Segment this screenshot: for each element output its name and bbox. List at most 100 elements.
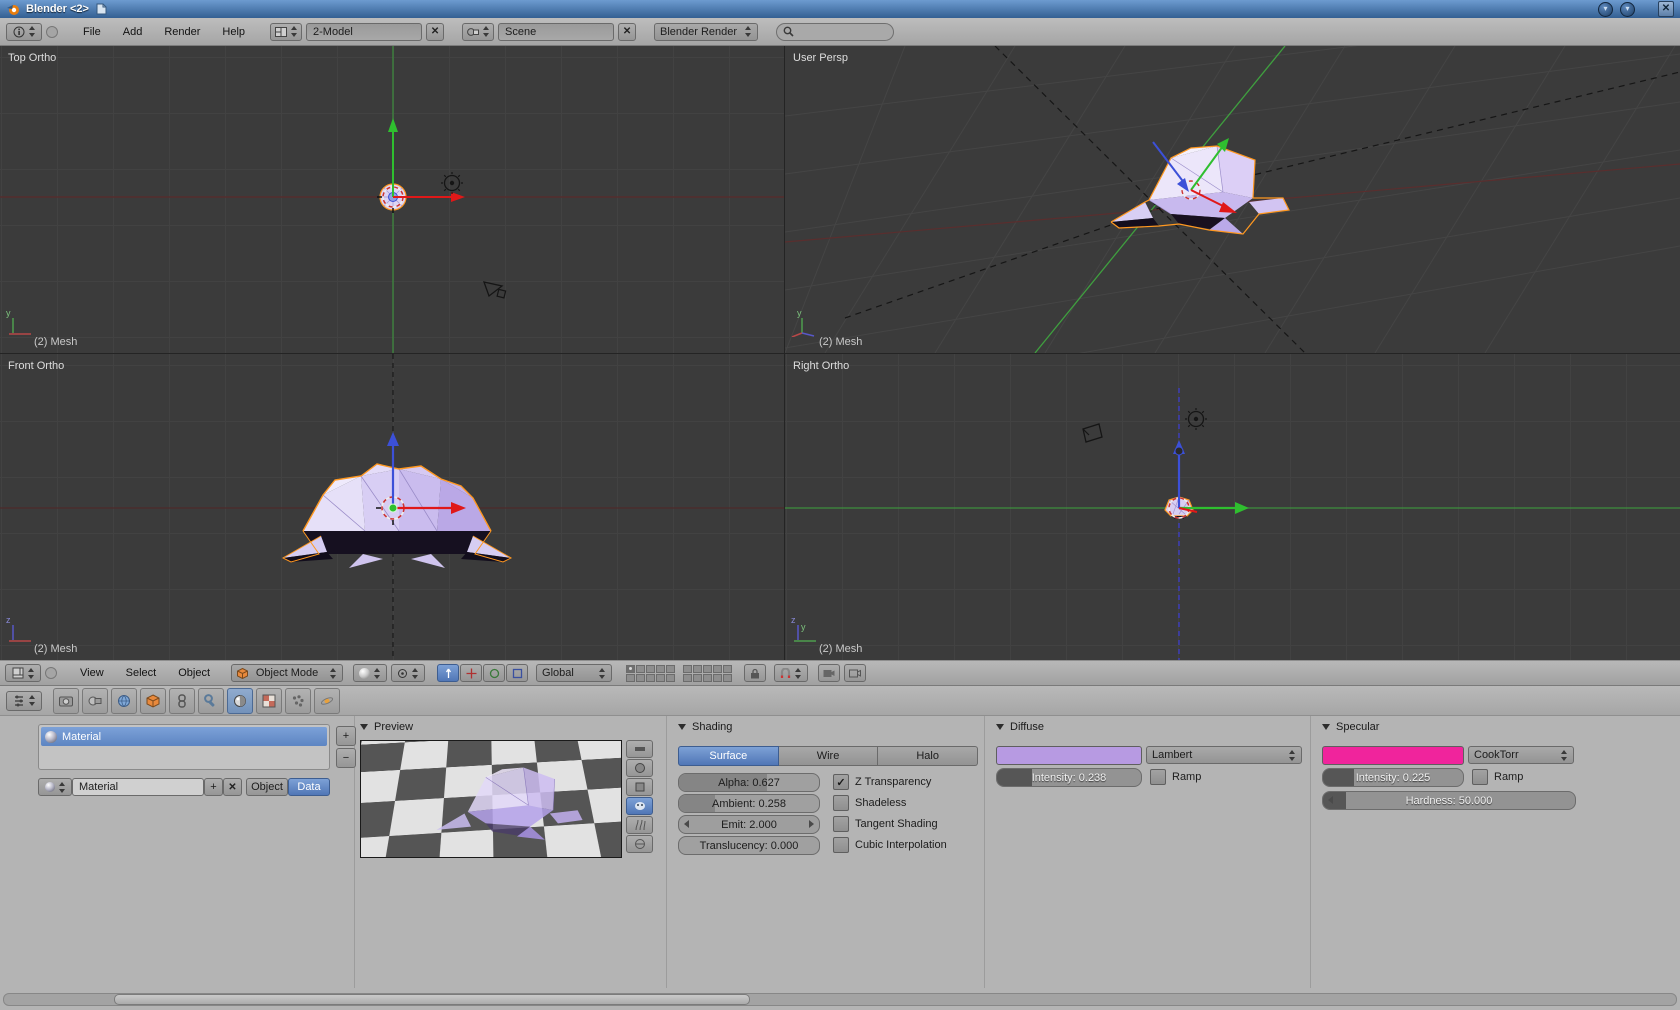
shading-panel-header[interactable]: Shading bbox=[678, 721, 732, 733]
tangent-shading-checkbox[interactable]: Tangent Shading bbox=[833, 816, 938, 832]
hardness-slider[interactable]: Hardness: 50.000 bbox=[1322, 791, 1576, 810]
editor-type-button[interactable] bbox=[6, 690, 42, 711]
scale-manipulator-button[interactable] bbox=[506, 664, 529, 682]
decrement-arrow-icon[interactable] bbox=[1328, 796, 1333, 804]
rollup-window-button[interactable]: ▾ bbox=[1620, 1, 1635, 17]
new-material-button[interactable]: + bbox=[204, 778, 223, 796]
search-input[interactable] bbox=[798, 24, 887, 39]
link-data-button[interactable]: Data bbox=[288, 778, 330, 796]
preview-flat-button[interactable] bbox=[626, 740, 653, 758]
unlink-scene-button[interactable]: ✕ bbox=[618, 22, 637, 41]
layers-group-1[interactable] bbox=[626, 664, 676, 682]
translate-manipulator-button[interactable] bbox=[460, 664, 483, 682]
menu-add[interactable]: Add bbox=[114, 26, 152, 38]
increment-arrow-icon[interactable] bbox=[809, 820, 814, 828]
manipulator-toggle-button[interactable] bbox=[437, 664, 460, 682]
menu-select[interactable]: Select bbox=[117, 667, 166, 679]
viewport-top-ortho[interactable]: Top Ortho y (2) Mesh bbox=[0, 46, 785, 354]
material-slot-row[interactable]: Material bbox=[41, 727, 327, 746]
preview-hair-button[interactable] bbox=[626, 816, 653, 834]
diffuse-ramp-checkbox[interactable]: Ramp bbox=[1150, 769, 1201, 785]
tab-render[interactable] bbox=[53, 687, 79, 714]
layers-group-2[interactable] bbox=[683, 664, 733, 682]
viewport-user-persp[interactable]: User Persp y (2) Mesh bbox=[785, 46, 1680, 354]
z-transparency-checkbox[interactable]: ✓ Z Transparency bbox=[833, 774, 931, 790]
tab-physics[interactable] bbox=[314, 687, 340, 714]
tab-modifiers[interactable] bbox=[198, 687, 224, 714]
specular-shader-dropdown[interactable]: CookTorr bbox=[1468, 746, 1574, 764]
shadeless-checkbox[interactable]: Shadeless bbox=[833, 795, 906, 811]
alpha-slider[interactable]: Alpha: 0.627 bbox=[678, 773, 820, 792]
rotate-manipulator-button[interactable] bbox=[483, 664, 506, 682]
translucency-slider[interactable]: Translucency: 0.000 bbox=[678, 836, 820, 855]
menu-view[interactable]: View bbox=[71, 667, 113, 679]
diffuse-shader-dropdown[interactable]: Lambert bbox=[1146, 746, 1302, 764]
tab-texture[interactable] bbox=[256, 687, 282, 714]
scene-browse-button[interactable] bbox=[462, 22, 495, 41]
add-material-slot-button[interactable]: + bbox=[336, 726, 356, 746]
link-object-button[interactable]: Object bbox=[246, 778, 288, 796]
lock-to-scene-button[interactable] bbox=[744, 664, 767, 682]
viewport-front-ortho[interactable]: Front Ortho z (2) Mesh bbox=[0, 354, 785, 660]
editor-type-button[interactable] bbox=[6, 22, 42, 41]
editor-type-button[interactable] bbox=[5, 664, 41, 682]
menu-help[interactable]: Help bbox=[213, 26, 254, 38]
preview-sphere-button[interactable] bbox=[626, 759, 653, 777]
unlink-material-button[interactable]: ✕ bbox=[223, 778, 242, 796]
header-collapse-button[interactable] bbox=[46, 25, 58, 38]
diffuse-panel-header[interactable]: Diffuse bbox=[996, 721, 1044, 733]
browse-material-button[interactable] bbox=[38, 778, 72, 796]
specular-color-swatch[interactable] bbox=[1322, 746, 1464, 765]
menu-render[interactable]: Render bbox=[155, 26, 209, 38]
camera-object-icon[interactable] bbox=[482, 281, 507, 299]
lamp-object-icon[interactable] bbox=[1185, 408, 1207, 430]
tab-particles[interactable] bbox=[285, 687, 311, 714]
wire-button[interactable]: Wire bbox=[778, 746, 879, 766]
ambient-slider[interactable]: Ambient: 0.258 bbox=[678, 794, 820, 813]
search-box[interactable] bbox=[776, 22, 895, 41]
decrement-arrow-icon[interactable] bbox=[684, 820, 689, 828]
tab-scene[interactable] bbox=[82, 687, 108, 714]
preview-cube-button[interactable] bbox=[626, 778, 653, 796]
close-window-button[interactable]: ✕ bbox=[1658, 1, 1674, 17]
viewport-shading-button[interactable] bbox=[353, 664, 388, 682]
specular-panel-header[interactable]: Specular bbox=[1322, 721, 1379, 733]
empty-image-icon[interactable] bbox=[1082, 423, 1103, 443]
diffuse-color-swatch[interactable] bbox=[996, 746, 1142, 765]
shade-window-button[interactable]: ▾ bbox=[1598, 1, 1613, 17]
material-name-field[interactable]: Material bbox=[72, 778, 204, 796]
specular-ramp-checkbox[interactable]: Ramp bbox=[1472, 769, 1523, 785]
header-collapse-button[interactable] bbox=[45, 667, 57, 679]
tab-world[interactable] bbox=[111, 687, 137, 714]
render-engine-dropdown[interactable]: Blender Render bbox=[654, 22, 759, 41]
preview-world-button[interactable] bbox=[626, 835, 653, 853]
tab-constraints[interactable] bbox=[169, 687, 195, 714]
render-opengl-anim-button[interactable] bbox=[844, 664, 867, 682]
scene-name-field[interactable]: Scene bbox=[498, 22, 615, 41]
render-opengl-button[interactable] bbox=[818, 664, 841, 682]
emit-field[interactable]: Emit: 2.000 bbox=[678, 815, 820, 834]
remove-material-slot-button[interactable]: − bbox=[336, 748, 356, 768]
material-slot-list[interactable]: Material bbox=[38, 724, 330, 770]
cubic-interpolation-checkbox[interactable]: Cubic Interpolation bbox=[833, 837, 947, 853]
viewport-right-ortho[interactable]: Right Ortho z y (2) Mesh bbox=[785, 354, 1680, 660]
screen-layout-name-field[interactable]: 2-Model bbox=[306, 22, 423, 41]
diffuse-intensity-slider[interactable]: Intensity: 0.238 bbox=[996, 768, 1142, 787]
specular-intensity-slider[interactable]: Intensity: 0.225 bbox=[1322, 768, 1464, 787]
preview-monkey-button[interactable] bbox=[626, 797, 653, 815]
turtle-mesh-front[interactable] bbox=[281, 463, 513, 568]
scrollbar-track[interactable] bbox=[3, 992, 1677, 1006]
halo-button[interactable]: Halo bbox=[878, 746, 979, 766]
unlink-screen-button[interactable]: ✕ bbox=[426, 22, 445, 41]
transform-orientation-dropdown[interactable]: Global bbox=[536, 664, 613, 682]
surface-button[interactable]: Surface bbox=[678, 746, 779, 766]
pivot-point-button[interactable] bbox=[391, 664, 426, 682]
tab-material[interactable] bbox=[227, 687, 253, 714]
lamp-object-icon[interactable] bbox=[441, 172, 463, 194]
preview-panel-header[interactable]: Preview bbox=[360, 721, 413, 733]
tab-object[interactable] bbox=[140, 687, 166, 714]
scrollbar-thumb[interactable] bbox=[114, 993, 750, 1005]
mode-dropdown[interactable]: Object Mode bbox=[231, 664, 344, 682]
snap-button[interactable] bbox=[774, 664, 809, 682]
menu-object[interactable]: Object bbox=[169, 667, 219, 679]
